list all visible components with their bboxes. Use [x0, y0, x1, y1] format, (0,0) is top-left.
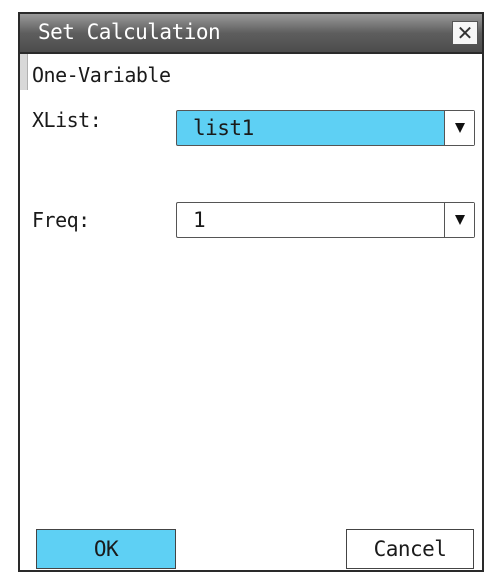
xlist-value: list1 — [193, 116, 254, 140]
cancel-button[interactable]: Cancel — [346, 529, 474, 569]
dialog-title: Set Calculation — [38, 20, 221, 44]
freq-dropdown[interactable]: 1 — [176, 202, 475, 238]
chevron-down-icon[interactable] — [444, 203, 474, 237]
xlist-label: XList: — [32, 108, 102, 132]
freq-label: Freq: — [32, 208, 90, 232]
ok-button[interactable]: OK — [36, 529, 176, 569]
set-calculation-dialog: Set Calculation ✕ One-Variable XList: li… — [18, 12, 484, 572]
freq-value: 1 — [193, 208, 206, 232]
close-icon[interactable]: ✕ — [452, 21, 478, 45]
dialog-titlebar: Set Calculation ✕ — [20, 14, 482, 54]
section-label: One-Variable — [32, 63, 171, 87]
scroll-indicator — [20, 54, 28, 90]
xlist-dropdown[interactable]: list1 — [176, 110, 475, 146]
chevron-down-icon[interactable] — [444, 111, 474, 145]
